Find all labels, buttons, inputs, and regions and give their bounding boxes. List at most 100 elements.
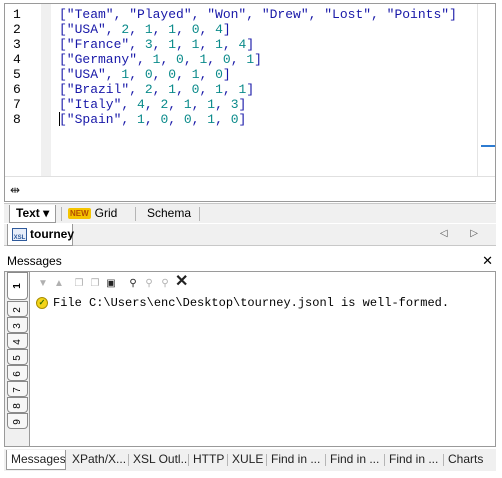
number-token: 1 [168, 37, 177, 52]
code-line[interactable]: ["France", 3, 1, 1, 1, 4] [59, 37, 254, 52]
tab-find-label: Find in ... [330, 452, 380, 466]
message-tab-9[interactable]: 9 [7, 413, 28, 429]
message-tab-7[interactable]: 7 [7, 381, 28, 397]
string-token: , [230, 52, 247, 67]
output-tab-bar: Messages XPath/X... XSL Outl... HTTP XUL… [4, 449, 496, 471]
code-line[interactable]: ["Brazil", 2, 1, 0, 1, 1] [59, 82, 254, 97]
number-token: 0 [215, 67, 223, 82]
number-token: 0 [168, 67, 177, 82]
vertical-scrollbar[interactable] [477, 4, 495, 176]
line-number: 4 [13, 52, 21, 67]
code-line[interactable]: ["Spain", 1, 0, 0, 1, 0] [59, 112, 246, 127]
tab-schema-view[interactable]: Schema [141, 205, 197, 223]
string-token: ["USA", [59, 67, 122, 82]
tab-charts[interactable]: Charts [444, 450, 492, 470]
message-tab-label: 3 [12, 323, 23, 329]
find-icon[interactable]: ⚲ [127, 278, 139, 290]
document-tab-tourney[interactable]: XSL tourney [7, 224, 74, 246]
xsl-file-icon: XSL [12, 228, 27, 241]
copy-with-children-icon[interactable]: ❐ [89, 278, 101, 290]
copy-message-icon[interactable]: ❐ [73, 278, 85, 290]
string-token: , [222, 82, 239, 97]
message-tab-label: 4 [12, 339, 23, 345]
tab-find-label: Find in ... [271, 452, 321, 466]
find-previous-icon[interactable]: ⚲ [143, 278, 155, 290]
string-token: , [183, 52, 200, 67]
tab-xsl-outline[interactable]: XSL Outl... [129, 450, 188, 470]
tab-http[interactable]: HTTP [189, 450, 227, 470]
message-tab-label: 7 [12, 387, 23, 393]
message-tab-3[interactable]: 3 [7, 317, 28, 333]
tab-text-view[interactable]: Text ▾ [9, 205, 57, 223]
success-check-icon: ✓ [36, 297, 48, 309]
new-badge: NEW [68, 208, 91, 219]
string-token: ["Germany", [59, 52, 153, 67]
message-tab-label: 6 [12, 371, 23, 377]
string-token: , [199, 67, 216, 82]
split-view-icon[interactable]: ⇹ [10, 183, 20, 197]
message-tab-8[interactable]: 8 [7, 397, 28, 413]
folding-margin[interactable] [41, 4, 51, 176]
string-token: , [222, 37, 239, 52]
clear-messages-icon[interactable]: ✕ [175, 274, 188, 290]
tab-find-in-schemas[interactable]: Find in ... [326, 450, 384, 470]
message-tab-1[interactable]: 1 [7, 272, 28, 300]
line-number: 3 [13, 37, 21, 52]
validation-message[interactable]: File C:\Users\enc\Desktop\tourney.jsonl … [53, 296, 449, 311]
number-token: 1 [215, 37, 223, 52]
number-token: 0 [144, 67, 153, 82]
message-tab-5[interactable]: 5 [7, 349, 28, 365]
tab-navigation-arrows[interactable]: ◁ ▷ [440, 228, 488, 239]
string-token: , [152, 67, 169, 82]
string-token: , [176, 82, 192, 97]
code-line[interactable]: ["Team", "Played", "Won", "Drew", "Lost"… [59, 7, 457, 22]
string-token: ["USA", [59, 22, 122, 37]
code-line[interactable]: ["USA", 2, 1, 1, 0, 4] [59, 22, 231, 37]
number-token: 1 [191, 67, 200, 82]
next-message-icon[interactable]: ▼ [37, 278, 49, 290]
string-token: , [176, 67, 192, 82]
string-token: , [152, 37, 169, 52]
string-token: , [144, 112, 161, 127]
message-tab-2[interactable]: 2 [7, 301, 28, 317]
view-tab-bar: Text ▾ NEW Grid Schema [4, 203, 496, 223]
tab-grid-view[interactable]: NEW Grid [62, 205, 123, 223]
string-token: , [191, 112, 208, 127]
code-line[interactable]: ["Italy", 4, 2, 1, 1, 3] [59, 97, 246, 112]
number-token: 1 [246, 52, 255, 67]
number-token: 3 [230, 97, 239, 112]
number-token: 1 [168, 22, 177, 37]
tab-find-in-xbrl[interactable]: Find in ... [385, 450, 443, 470]
string-token: ] [246, 37, 255, 52]
tab-xule[interactable]: XULE [228, 450, 266, 470]
tab-messages[interactable]: Messages [6, 450, 66, 470]
copy-all-icon[interactable]: ▣ [105, 278, 117, 290]
tab-find-label: Find in ... [389, 452, 439, 466]
close-panel-button[interactable]: ✕ [482, 252, 493, 270]
tab-divider [199, 207, 200, 221]
code-line[interactable]: ["Germany", 1, 0, 1, 0, 1] [59, 52, 262, 67]
messages-scrollbar[interactable] [489, 272, 495, 446]
number-token: 1 [183, 97, 192, 112]
message-tab-6[interactable]: 6 [7, 365, 28, 381]
find-next-icon[interactable]: ⚲ [159, 278, 171, 290]
number-token: 1 [168, 82, 177, 97]
line-number: 1 [13, 7, 21, 22]
string-token: , [168, 112, 184, 127]
scroll-position-marker[interactable] [481, 145, 495, 147]
message-tab-label: 2 [12, 307, 23, 313]
code-line[interactable]: ["USA", 1, 0, 0, 1, 0] [59, 67, 231, 82]
tab-find-in-files[interactable]: Find in ... [267, 450, 325, 470]
string-token: ["France", [59, 37, 145, 52]
previous-message-icon[interactable]: ▲ [53, 278, 65, 290]
string-token: , [160, 52, 177, 67]
line-number: 6 [13, 82, 21, 97]
text-editor[interactable]: 1 2 3 4 5 6 7 8 ["Team", "Played", "Won"… [4, 3, 496, 202]
tab-xpath[interactable]: XPath/X... [68, 450, 128, 470]
string-token: , [144, 97, 161, 112]
messages-panel-title: Messages [7, 254, 62, 268]
text-cursor [59, 112, 60, 126]
string-token: , [176, 22, 192, 37]
message-tab-4[interactable]: 4 [7, 333, 28, 349]
tab-xsl-outline-label: XSL Outl... [133, 452, 188, 466]
